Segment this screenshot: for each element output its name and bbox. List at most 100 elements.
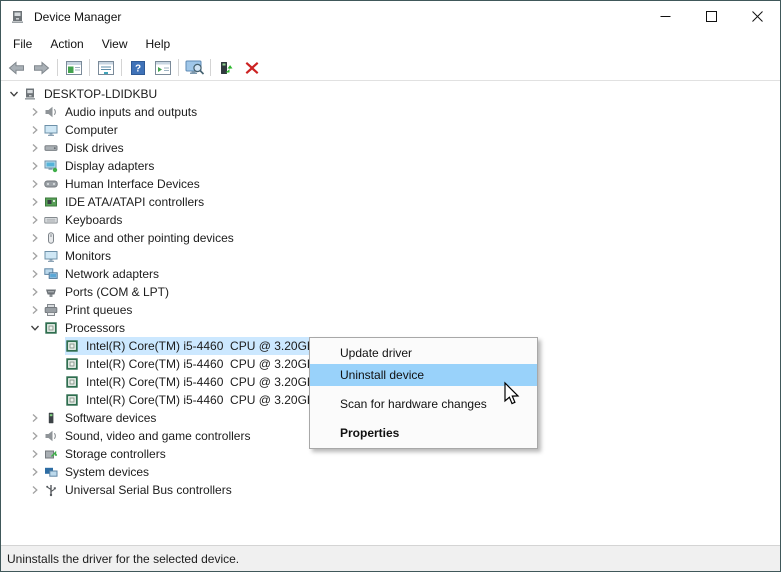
tree-row-ports-com-lpt: Ports (COM & LPT) — [1, 283, 780, 301]
tree-node-label: Disk drives — [65, 141, 124, 155]
tree-node-processors[interactable]: Processors — [44, 319, 128, 337]
chevron-right-icon[interactable] — [26, 283, 44, 301]
chevron-right-icon[interactable] — [26, 193, 44, 211]
monitor-icon — [44, 249, 58, 263]
menubar-item-help[interactable]: Help — [137, 32, 180, 55]
chevron-right-icon[interactable] — [26, 121, 44, 139]
toolbar-show-console-tree-button[interactable] — [61, 56, 86, 79]
toolbar-update-driver-button[interactable] — [214, 56, 239, 79]
chevron-right-icon[interactable] — [26, 139, 44, 157]
toolbar-scan-hardware-button[interactable] — [182, 56, 207, 79]
tree-node-monitors[interactable]: Monitors — [44, 247, 114, 265]
audio-device-icon — [44, 105, 58, 119]
device-tree: DESKTOP-LDIDKBUAudio inputs and outputsC… — [1, 81, 780, 545]
chevron-right-icon[interactable] — [26, 463, 44, 481]
console-tree-icon — [66, 61, 82, 75]
context-menu-item-properties[interactable]: Properties — [310, 422, 537, 444]
tree-node-sound-video-and-game-controllers[interactable]: Sound, video and game controllers — [44, 427, 253, 445]
tree-node-ide-ata-atapi-controllers[interactable]: IDE ATA/ATAPI controllers — [44, 193, 207, 211]
tree-row-human-interface-devices: Human Interface Devices — [1, 175, 780, 193]
tree-row-universal-serial-bus-controllers: Universal Serial Bus controllers — [1, 481, 780, 499]
toolbar-properties-button[interactable] — [93, 56, 118, 79]
chevron-right-icon[interactable] — [26, 157, 44, 175]
tree-node-ports-com-lpt[interactable]: Ports (COM & LPT) — [44, 283, 172, 301]
chevron-right-icon[interactable] — [26, 247, 44, 265]
context-menu-item-update-driver[interactable]: Update driver — [310, 342, 537, 364]
maximize-icon — [706, 11, 717, 22]
tree-row-monitors: Monitors — [1, 247, 780, 265]
processor-icon — [44, 321, 58, 335]
tree-node-intel-r-core-tm-i5-4460-cpu-3-20ghz[interactable]: Intel(R) Core(TM) i5-4460 CPU @ 3.20GHz — [65, 373, 325, 391]
chevron-right-icon[interactable] — [26, 445, 44, 463]
statusbar: Uninstalls the driver for the selected d… — [1, 545, 780, 571]
toolbar-forward-button[interactable] — [29, 56, 54, 79]
tree-node-label: Universal Serial Bus controllers — [65, 483, 232, 497]
tree-node-mice-and-other-pointing-devices[interactable]: Mice and other pointing devices — [44, 229, 237, 247]
chevron-down-icon[interactable] — [5, 85, 23, 103]
ide-controller-icon — [44, 195, 58, 209]
chevron-right-icon[interactable] — [26, 301, 44, 319]
tree-node-label: Keyboards — [65, 213, 122, 227]
toolbar-action-pane-button[interactable] — [150, 56, 175, 79]
expander-spacer — [47, 373, 65, 391]
window-title: Device Manager — [34, 10, 121, 24]
toolbar-help-button[interactable]: ? — [125, 56, 150, 79]
chevron-right-icon[interactable] — [26, 265, 44, 283]
tree-node-audio-inputs-and-outputs[interactable]: Audio inputs and outputs — [44, 103, 200, 121]
chevron-down-icon[interactable] — [26, 319, 44, 337]
tree-node-network-adapters[interactable]: Network adapters — [44, 265, 162, 283]
toolbar-separator — [121, 59, 122, 76]
tree-row-network-adapters: Network adapters — [1, 265, 780, 283]
tree-row-display-adapters: Display adapters — [1, 157, 780, 175]
usb-controller-icon — [44, 483, 58, 497]
minimize-icon — [660, 11, 671, 22]
toolbar-separator — [210, 59, 211, 76]
tree-node-system-devices[interactable]: System devices — [44, 463, 152, 481]
storage-controller-icon — [44, 447, 58, 461]
forward-arrow-icon — [33, 61, 50, 75]
tree-row-mice-and-other-pointing-devices: Mice and other pointing devices — [1, 229, 780, 247]
tree-node-disk-drives[interactable]: Disk drives — [44, 139, 127, 157]
tree-node-storage-controllers[interactable]: Storage controllers — [44, 445, 169, 463]
scan-hardware-icon — [185, 60, 205, 75]
tree-node-desktop-ldidkbu[interactable]: DESKTOP-LDIDKBU — [23, 85, 160, 103]
tree-node-label: Sound, video and game controllers — [65, 429, 250, 443]
uninstall-x-icon — [245, 61, 259, 75]
minimize-button[interactable] — [642, 1, 688, 32]
menubar: FileActionViewHelp — [1, 32, 780, 55]
menubar-item-view[interactable]: View — [93, 32, 137, 55]
tree-node-intel-r-core-tm-i5-4460-cpu-3-20ghz-selected[interactable]: Intel(R) Core(TM) i5-4460 CPU @ 3.20GHz — [65, 337, 325, 355]
sound-controller-icon — [44, 429, 58, 443]
chevron-right-icon[interactable] — [26, 229, 44, 247]
tree-node-label: Processors — [65, 321, 125, 335]
chevron-right-icon[interactable] — [26, 481, 44, 499]
toolbar-separator — [57, 59, 58, 76]
ports-icon — [44, 285, 58, 299]
chevron-right-icon[interactable] — [26, 211, 44, 229]
tree-node-label: Intel(R) Core(TM) i5-4460 CPU @ 3.20GHz — [86, 339, 322, 353]
status-text: Uninstalls the driver for the selected d… — [7, 552, 239, 566]
tree-node-universal-serial-bus-controllers[interactable]: Universal Serial Bus controllers — [44, 481, 235, 499]
tree-row-system-devices: System devices — [1, 463, 780, 481]
chevron-right-icon[interactable] — [26, 409, 44, 427]
tree-node-software-devices[interactable]: Software devices — [44, 409, 159, 427]
toolbar-back-button[interactable] — [4, 56, 29, 79]
tree-row-ide-ata-atapi-controllers: IDE ATA/ATAPI controllers — [1, 193, 780, 211]
tree-node-computer[interactable]: Computer — [44, 121, 121, 139]
processor-icon — [65, 375, 79, 389]
tree-node-print-queues[interactable]: Print queues — [44, 301, 135, 319]
chevron-right-icon[interactable] — [26, 175, 44, 193]
chevron-right-icon[interactable] — [26, 427, 44, 445]
tree-node-human-interface-devices[interactable]: Human Interface Devices — [44, 175, 203, 193]
tree-node-keyboards[interactable]: Keyboards — [44, 211, 125, 229]
tree-node-display-adapters[interactable]: Display adapters — [44, 157, 157, 175]
chevron-right-icon[interactable] — [26, 103, 44, 121]
close-button[interactable] — [734, 1, 780, 32]
back-arrow-icon — [8, 61, 25, 75]
menubar-item-action[interactable]: Action — [41, 32, 92, 55]
tree-node-intel-r-core-tm-i5-4460-cpu-3-20ghz[interactable]: Intel(R) Core(TM) i5-4460 CPU @ 3.20GHz — [65, 391, 325, 409]
tree-node-intel-r-core-tm-i5-4460-cpu-3-20ghz[interactable]: Intel(R) Core(TM) i5-4460 CPU @ 3.20GHz — [65, 355, 325, 373]
maximize-button[interactable] — [688, 1, 734, 32]
toolbar-uninstall-device-button[interactable] — [239, 56, 264, 79]
menubar-item-file[interactable]: File — [4, 32, 41, 55]
